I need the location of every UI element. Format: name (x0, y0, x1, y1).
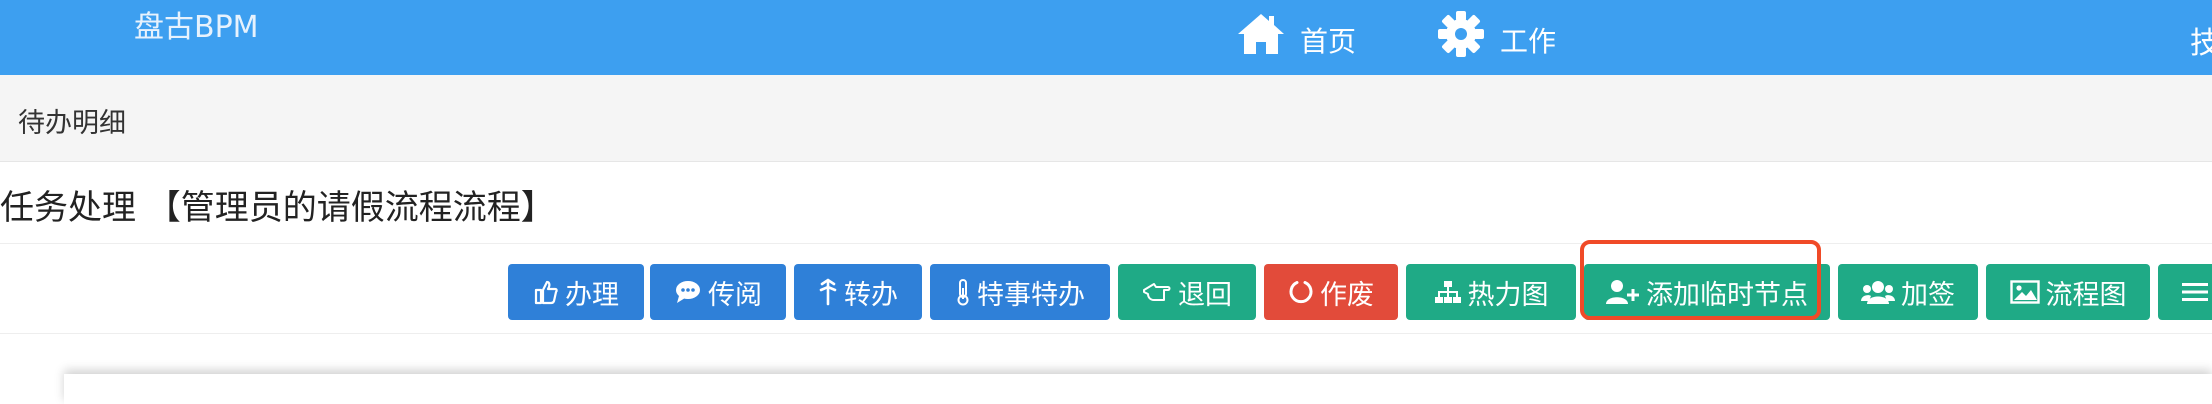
gear-icon (1436, 9, 1486, 59)
transfer-button-label: 转办 (844, 279, 898, 311)
nav-work-label: 工作 (1500, 25, 1557, 58)
nav-home-label: 首页 (1300, 25, 1357, 58)
nav-home[interactable]: 首页 (1236, 4, 1356, 64)
users-icon (1861, 279, 1895, 305)
transfer-button[interactable]: 转办 (794, 264, 922, 320)
subheader: 待办明细 (0, 75, 2212, 162)
subheader-title: 待办明细 (18, 108, 126, 139)
countersign-button[interactable]: 加签 (1838, 264, 1978, 320)
comment-icon (674, 279, 702, 305)
flowchart-button-label: 流程图 (2045, 279, 2127, 311)
user-plus-icon (1606, 279, 1640, 305)
action-toolbar: 办理 传阅 转办 特事特办 退回 作废 热力图 添加临时节点 加签 流程图 (0, 264, 2212, 320)
toolbar-divider (0, 333, 2212, 334)
add-temp-node-button[interactable]: 添加临时节点 (1584, 264, 1830, 320)
nav-overflow-text[interactable]: 技 (2190, 18, 2212, 62)
countersign-button-label: 加签 (1901, 279, 1955, 311)
void-button[interactable]: 作废 (1264, 264, 1398, 320)
void-button-label: 作废 (1320, 279, 1374, 311)
nav-work[interactable]: 工作 (1436, 4, 1556, 64)
thumbs-up-icon (533, 279, 559, 305)
thermometer-icon (955, 278, 971, 306)
special-handle-button-label: 特事特办 (977, 279, 1085, 311)
transfer-icon (818, 278, 838, 306)
handle-button-label: 办理 (565, 279, 619, 311)
title-divider (0, 243, 2212, 244)
add-temp-node-button-label: 添加临时节点 (1646, 279, 1808, 311)
heatmap-button[interactable]: 热力图 (1406, 264, 1576, 320)
flowchart-button[interactable]: 流程图 (1986, 264, 2150, 320)
brand-logo-text[interactable]: 盘古BPM (134, 10, 259, 46)
return-button-label: 退回 (1178, 279, 1232, 311)
image-icon (2009, 280, 2040, 304)
sitemap-icon (1434, 279, 1462, 305)
circulate-button[interactable]: 传阅 (650, 264, 786, 320)
return-button[interactable]: 退回 (1118, 264, 1256, 320)
circle-notch-icon (1288, 279, 1314, 305)
content-panel (64, 374, 2212, 404)
handle-button[interactable]: 办理 (508, 264, 644, 320)
page-title: 任务处理 【管理员的请假流程流程】 (0, 188, 555, 228)
menu-icon (2182, 281, 2208, 303)
circulate-button-label: 传阅 (708, 279, 762, 311)
home-icon (1236, 12, 1286, 56)
heatmap-button-label: 热力图 (1467, 279, 1549, 311)
top-navbar: 盘古BPM 首页 工作 技 (0, 0, 2212, 75)
hand-left-icon (1142, 280, 1172, 304)
more-button[interactable] (2158, 264, 2212, 320)
special-handle-button[interactable]: 特事特办 (930, 264, 1110, 320)
